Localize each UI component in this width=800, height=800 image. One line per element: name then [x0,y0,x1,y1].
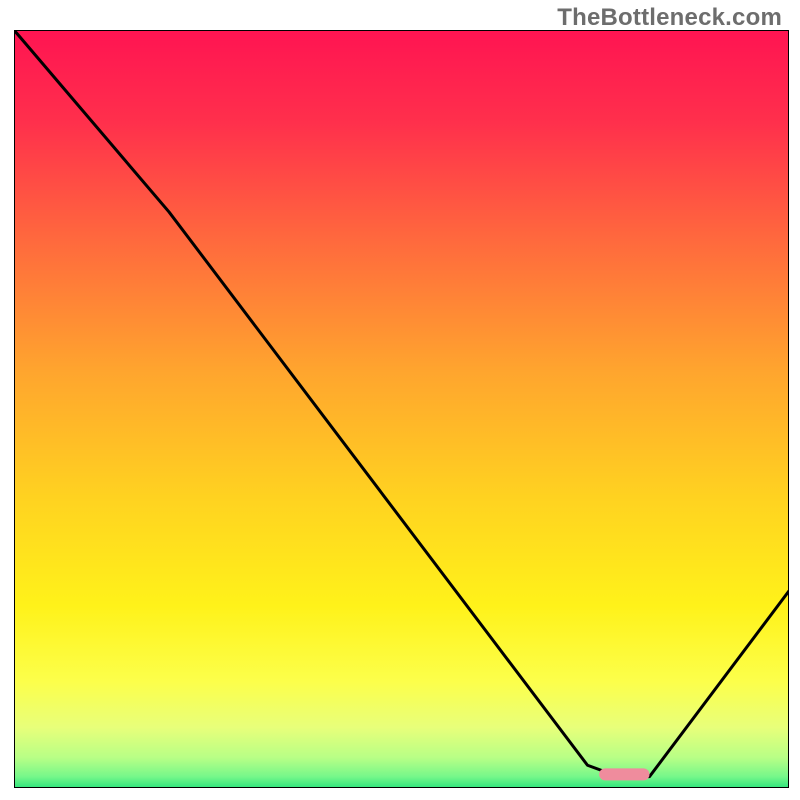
watermark-label: TheBottleneck.com [557,4,782,32]
gradient-background [14,30,789,788]
optimal-range-marker [599,768,649,780]
bottleneck-chart [14,30,789,788]
chart-stage: TheBottleneck.com [0,0,800,800]
